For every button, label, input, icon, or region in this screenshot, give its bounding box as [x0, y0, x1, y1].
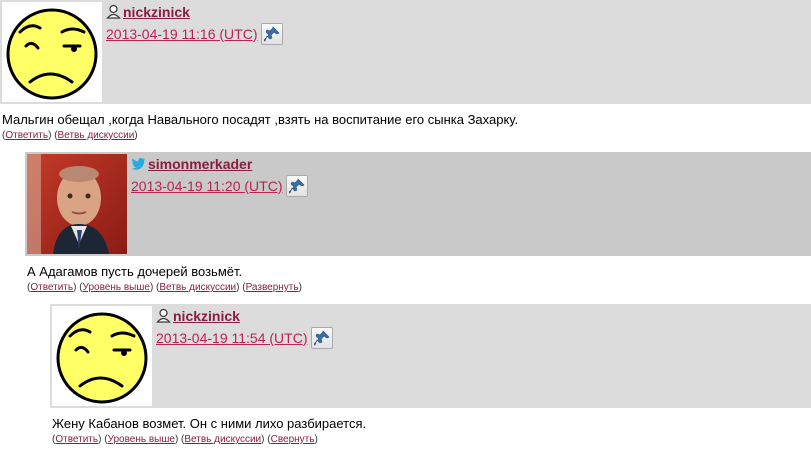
reply-link[interactable]: Ответить	[5, 130, 48, 141]
parent-link[interactable]: Уровень выше	[83, 282, 150, 293]
comment: simonmerkader 2013-04-19 11:20 (UTC) А А…	[25, 152, 811, 294]
comment-meta: simonmerkader 2013-04-19 11:20 (UTC)	[131, 155, 309, 197]
expand-link[interactable]: Развернуть	[246, 282, 299, 293]
pin-button[interactable]	[261, 23, 284, 45]
comment-meta: nickzinick 2013-04-19 11:54 (UTC)	[156, 307, 334, 349]
photo-avatar-icon	[27, 154, 127, 254]
username-link[interactable]: nickzinick	[123, 4, 190, 20]
avatar[interactable]	[27, 154, 127, 254]
comment: nickzinick 2013-04-19 11:54 (UTC) Жену К…	[50, 304, 811, 446]
pushpin-icon	[314, 330, 330, 346]
comment-meta: nickzinick 2013-04-19 11:16 (UTC)	[106, 3, 284, 45]
twitter-bird-icon[interactable]	[131, 156, 146, 171]
collapse-link[interactable]: Свернуть	[271, 434, 315, 445]
reply-link[interactable]: Ответить	[30, 282, 73, 293]
pin-button[interactable]	[311, 327, 334, 349]
comment-header: nickzinick 2013-04-19 11:16 (UTC)	[0, 0, 811, 104]
avatar[interactable]	[2, 2, 102, 102]
comment-text: Жену Кабанов возмет. Он с ними лихо разб…	[52, 416, 367, 431]
comment-text: А Адагамов пусть дочерей возьмёт.	[27, 264, 243, 279]
user-icon[interactable]	[106, 4, 121, 19]
reply-link[interactable]: Ответить	[55, 434, 98, 445]
yellow-smiley-avatar-icon	[56, 312, 148, 404]
comment: nickzinick 2013-04-19 11:16 (UTC) Мальги…	[0, 0, 811, 142]
parent-link[interactable]: Уровень выше	[108, 434, 175, 445]
comment-date-link[interactable]: 2013-04-19 11:54 (UTC)	[156, 330, 307, 346]
comment-actions: (Ответить) (Уровень выше) (Ветвь дискусс…	[52, 434, 318, 445]
comment-date-link[interactable]: 2013-04-19 11:16 (UTC)	[106, 26, 257, 42]
username-link[interactable]: nickzinick	[173, 308, 240, 324]
pushpin-icon	[289, 178, 305, 194]
thread-link[interactable]: Ветвь дискуссии	[58, 130, 135, 141]
comment-header: simonmerkader 2013-04-19 11:20 (UTC)	[25, 152, 811, 256]
pushpin-icon	[264, 26, 280, 42]
avatar[interactable]	[52, 306, 152, 406]
thread-link[interactable]: Ветвь дискуссии	[184, 434, 261, 445]
comment-actions: (Ответить) (Уровень выше) (Ветвь дискусс…	[27, 282, 302, 293]
yellow-smiley-avatar-icon	[6, 8, 98, 100]
thread-link[interactable]: Ветвь дискуссии	[159, 282, 236, 293]
pin-button[interactable]	[286, 175, 309, 197]
comment-actions: (Ответить) (Ветвь дискуссии)	[2, 130, 138, 141]
username-link[interactable]: simonmerkader	[148, 156, 252, 172]
user-icon[interactable]	[156, 308, 171, 323]
comment-header: nickzinick 2013-04-19 11:54 (UTC)	[50, 304, 811, 408]
comment-text: Мальгин обещал ,когда Навального посадят…	[2, 112, 519, 127]
comment-date-link[interactable]: 2013-04-19 11:20 (UTC)	[131, 178, 282, 194]
